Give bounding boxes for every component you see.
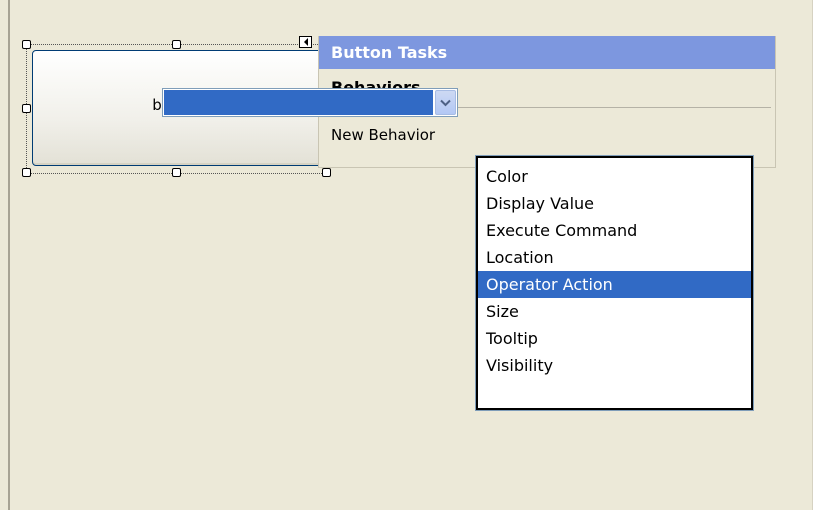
dropdown-item-operator-action[interactable]: Operator Action <box>478 271 751 298</box>
new-behavior-value[interactable] <box>164 90 433 115</box>
resize-handle-middle-left[interactable] <box>22 104 31 113</box>
dropdown-item-color[interactable]: Color <box>478 163 751 190</box>
dropdown-item-execute-command[interactable]: Execute Command <box>478 217 751 244</box>
dropdown-item-visibility[interactable]: Visibility <box>478 352 751 379</box>
dropdown-item-location[interactable]: Location <box>478 244 751 271</box>
resize-handle-top-middle[interactable] <box>172 40 181 49</box>
smart-tag-collapse-icon[interactable] <box>299 36 312 48</box>
tasks-panel-title: Button Tasks <box>319 36 775 69</box>
resize-handle-top-left[interactable] <box>22 40 31 49</box>
resize-handle-bottom-left[interactable] <box>22 168 31 177</box>
behavior-dropdown-list[interactable]: Color Display Value Execute Command Loca… <box>475 155 754 411</box>
design-surface: button Button Tasks Behaviors New Behavi… <box>0 0 813 510</box>
new-behavior-label: New Behavior <box>331 126 436 144</box>
dropdown-item-tooltip[interactable]: Tooltip <box>478 325 751 352</box>
dropdown-item-size[interactable]: Size <box>478 298 751 325</box>
chevron-down-icon[interactable] <box>435 90 456 115</box>
dropdown-item-display-value[interactable]: Display Value <box>478 190 751 217</box>
new-behavior-combobox[interactable] <box>162 88 458 117</box>
resize-handle-bottom-right[interactable] <box>322 168 331 177</box>
surface-left-border <box>8 0 10 510</box>
resize-handle-bottom-middle[interactable] <box>172 168 181 177</box>
